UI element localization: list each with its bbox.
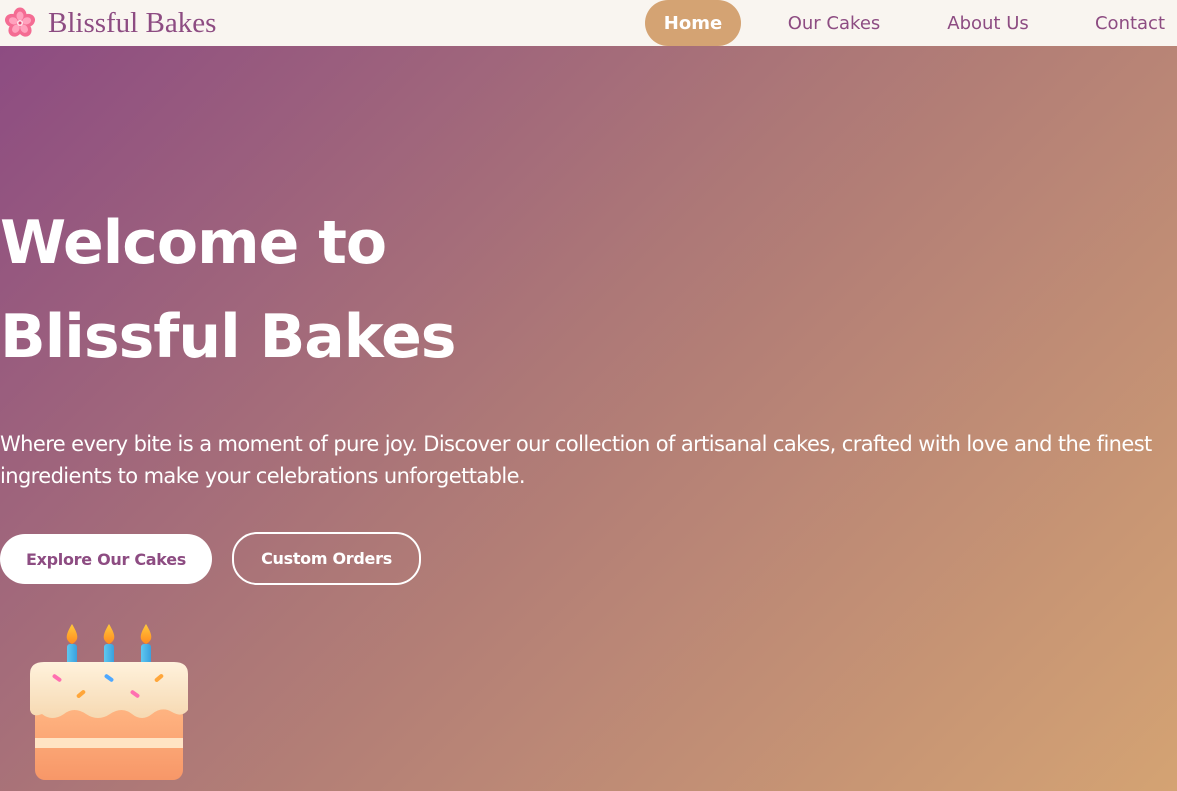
nav-our-cakes-link[interactable]: Our Cakes [788,0,881,46]
top-navbar: Blissful Bakes Home Our Cakes About Us C… [0,0,1177,46]
custom-orders-button[interactable]: Custom Orders [232,532,421,585]
hero-title-line-1: Welcome to [0,208,387,278]
cherry-blossom-icon [4,7,36,37]
brand-name[interactable]: Blissful Bakes [48,8,216,38]
hero-section: Welcome to Blissful Bakes Where every bi… [0,46,1177,791]
nav-about-us-link[interactable]: About Us [945,0,1031,46]
birthday-cake-icon [30,624,188,780]
explore-cakes-button[interactable]: Explore Our Cakes [0,534,212,584]
brand-logo[interactable]: Blissful Bakes [4,0,216,46]
hero-title: Welcome to Blissful Bakes [0,196,560,384]
hero-title-line-2: Blissful Bakes [0,302,456,372]
nav-contact-link[interactable]: Contact [1094,0,1166,46]
nav-home-link[interactable]: Home [645,0,741,46]
hero-description: Where every bite is a moment of pure joy… [0,432,1152,488]
